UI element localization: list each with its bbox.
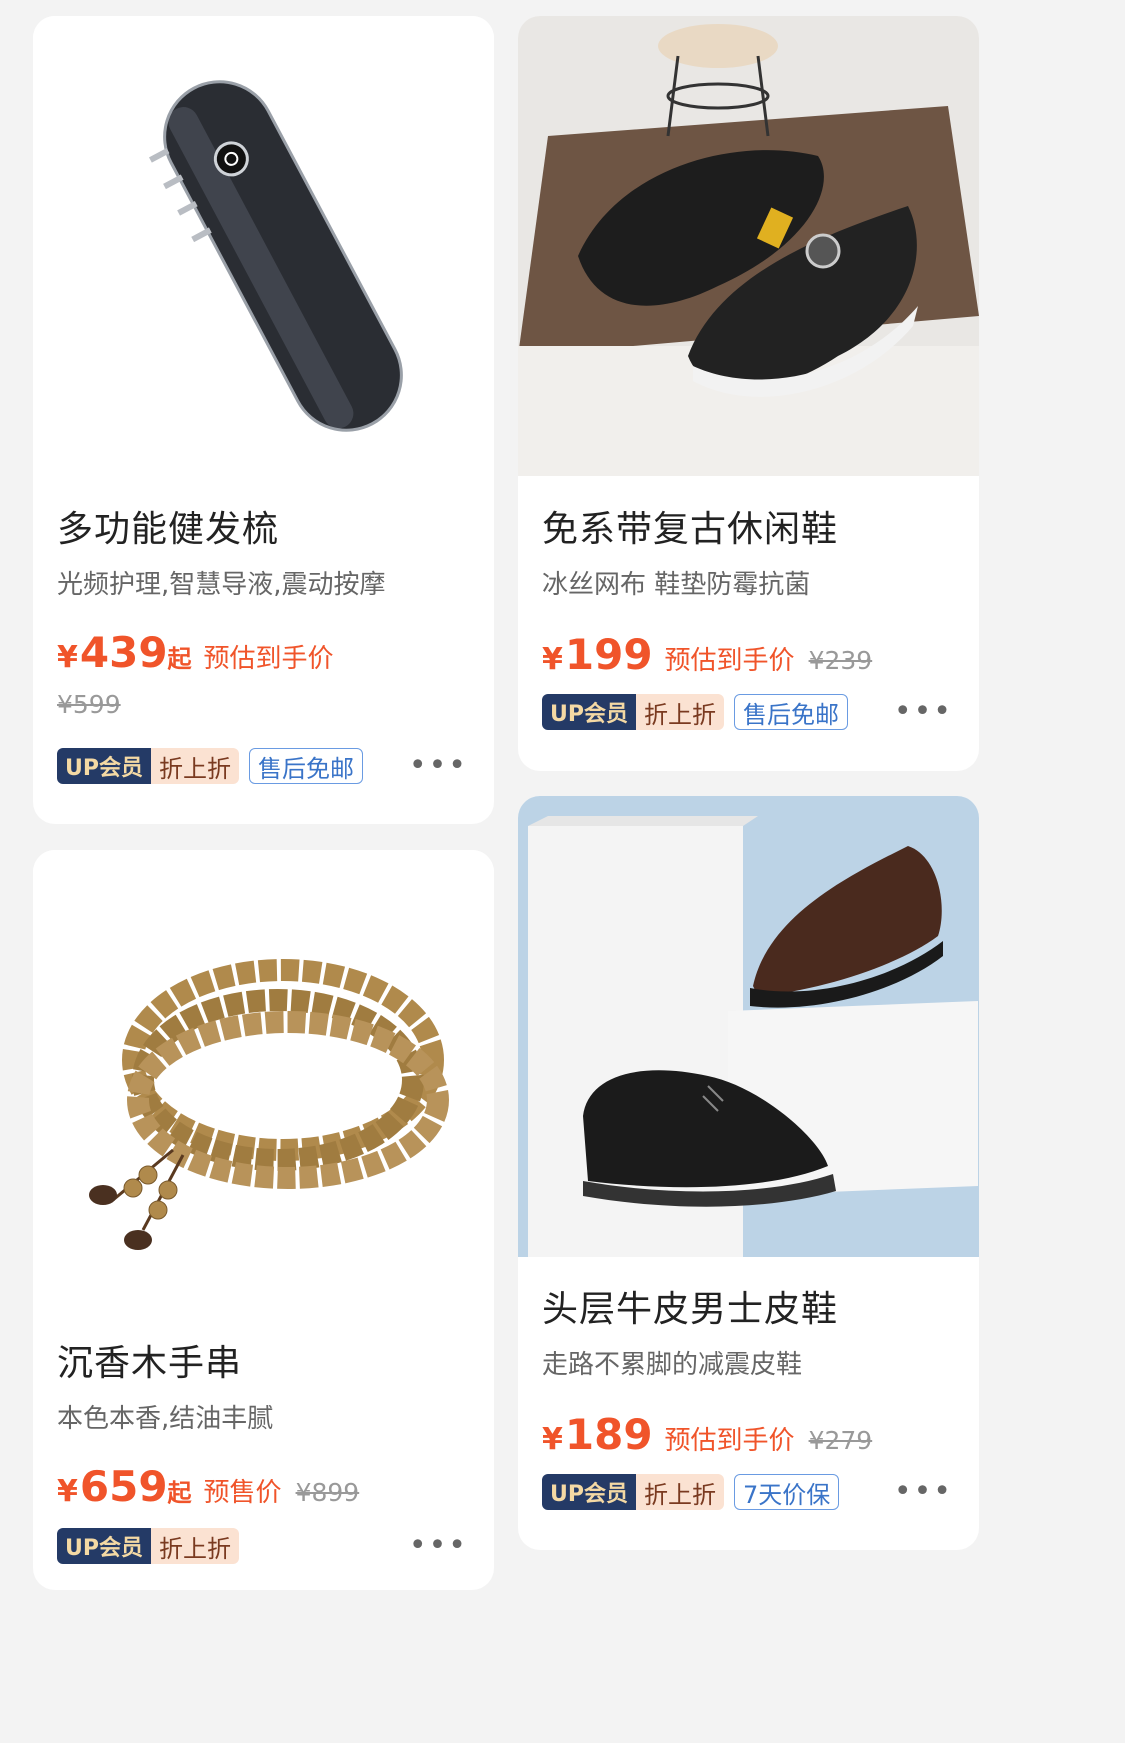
original-price: ¥279 [808,1426,873,1455]
service-tag: 7天价保 [734,1474,840,1510]
product-image[interactable] [518,16,979,476]
price-label: 预估到手价 [664,1426,795,1456]
service-tag: 售后免邮 [734,694,848,730]
vip-badge-label: UP会员 [542,1474,636,1510]
price-row: ¥ 189 预估到手价 ¥279 [542,1410,872,1459]
price-label: 预售价 [203,1478,282,1508]
product-card-leather-shoes[interactable]: 头层牛皮男士皮鞋 走路不累脚的减震皮鞋 ¥ 189 预估到手价 ¥279 UP会… [518,796,979,1550]
vip-discount-label: 折上折 [151,748,239,784]
vip-badge: UP会员 折上折 [57,748,239,784]
more-options-icon[interactable]: ••• [409,751,468,781]
product-image[interactable] [518,796,979,1257]
vip-badge-label: UP会员 [57,1528,151,1564]
product-image[interactable] [33,16,494,476]
original-price: ¥599 [57,690,121,719]
product-subtitle: 冰丝网布 鞋垫防霉抗菌 [542,570,811,600]
price-label: 预估到手价 [203,644,334,674]
product-image[interactable] [33,850,494,1310]
vip-discount-label: 折上折 [151,1528,239,1564]
price-value: 199 [564,630,653,679]
price-row: ¥ 659 起 预售价 ¥899 [57,1462,359,1511]
price-value: 659 [79,1462,168,1511]
price-row: ¥ 439 起 预估到手价 [57,628,334,677]
product-card-casual-shoes[interactable]: 免系带复古休闲鞋 冰丝网布 鞋垫防霉抗菌 ¥ 199 预估到手价 ¥239 UP… [518,16,979,771]
price-value: 439 [79,628,168,677]
vip-badge-label: UP会员 [57,748,151,784]
currency-symbol: ¥ [542,1422,563,1457]
product-title[interactable]: 沉香木手串 [57,1334,242,1386]
currency-symbol: ¥ [57,1474,78,1509]
tag-row: UP会员 折上折 7天价保 [542,1474,840,1510]
price-suffix: 起 [167,645,192,673]
vip-badge: UP会员 折上折 [542,1474,724,1510]
currency-symbol: ¥ [542,642,563,677]
product-card-agarwood-bracelet[interactable]: 沉香木手串 本色本香,结油丰腻 ¥ 659 起 预售价 ¥899 UP会员 折上… [33,850,494,1590]
price-value: 189 [564,1410,653,1459]
product-subtitle: 光频护理,智慧导液,震动按摩 [57,570,386,600]
vip-badge: UP会员 折上折 [57,1528,239,1564]
vip-badge-label: UP会员 [542,694,636,730]
vip-discount-label: 折上折 [636,1474,724,1510]
more-options-icon[interactable]: ••• [894,697,953,727]
original-price: ¥239 [808,646,873,675]
product-subtitle: 走路不累脚的减震皮鞋 [542,1350,803,1380]
price-suffix: 起 [167,1479,192,1507]
tag-row: UP会员 折上折 售后免邮 [57,748,363,784]
currency-symbol: ¥ [57,640,78,675]
product-subtitle: 本色本香,结油丰腻 [57,1404,274,1434]
product-title[interactable]: 多功能健发梳 [57,500,279,552]
more-options-icon[interactable]: ••• [409,1531,468,1561]
price-label: 预估到手价 [664,646,795,676]
product-card-hair-comb[interactable]: 多功能健发梳 光频护理,智慧导液,震动按摩 ¥ 439 起 预估到手价 ¥599… [33,16,494,824]
original-price: ¥899 [295,1478,360,1507]
more-options-icon[interactable]: ••• [894,1477,953,1507]
product-title[interactable]: 免系带复古休闲鞋 [542,500,838,552]
price-row: ¥ 199 预估到手价 ¥239 [542,630,872,679]
tag-row: UP会员 折上折 [57,1528,239,1564]
vip-badge: UP会员 折上折 [542,694,724,730]
tag-row: UP会员 折上折 售后免邮 [542,694,848,730]
service-tag: 售后免邮 [249,748,363,784]
product-title[interactable]: 头层牛皮男士皮鞋 [542,1280,838,1332]
vip-discount-label: 折上折 [636,694,724,730]
